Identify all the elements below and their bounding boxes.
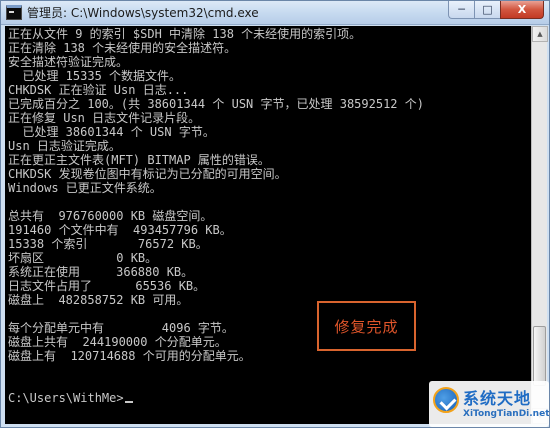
site-watermark: 系统天地 XiTongTianDi.net (429, 381, 549, 427)
close-button[interactable]: X (500, 1, 544, 19)
annotation-text: 修复完成 (334, 317, 399, 336)
console-line: 正在清除 138 个未经使用的安全描述符。 (8, 41, 237, 55)
vertical-scrollbar[interactable]: ▲ ▼ (531, 26, 548, 424)
cmd-app-icon[interactable] (6, 5, 22, 20)
console-line: Windows 已更正文件系统。 (8, 181, 162, 195)
console-line: 15338 个索引 76572 KB。 (8, 237, 208, 251)
console-line: CHKDSK 发现卷位图中有标记为已分配的可用空间。 (8, 167, 287, 181)
annotation-callout: 修复完成 (317, 301, 416, 351)
watermark-url: XiTongTianDi.net (463, 409, 550, 419)
console-line: 坏扇区 0 KB。 (8, 251, 158, 265)
console-line: 已完成百分之 100。(共 38601344 个 USN 字节，已处理 3859… (8, 97, 424, 111)
console-line: 系统正在使用 366880 KB。 (8, 265, 194, 279)
console-line: 正在更正主文件表(MFT) BITMAP 属性的错误。 (8, 153, 270, 167)
console-line: 日志文件占用了 65536 KB。 (8, 279, 206, 293)
console-line: 总共有 976760000 KB 磁盘空间。 (8, 209, 213, 223)
command-prompt[interactable]: C:\Users\WithMe> (8, 391, 133, 405)
console-line: 正在从文件 9 的索引 $SDH 中清除 138 个未经使用的索引项。 (8, 27, 362, 41)
console-line: 已处理 15335 个数据文件。 (8, 69, 182, 83)
scroll-thumb[interactable] (533, 326, 546, 386)
window-title: 管理员: C:\Windows\system32\cmd.exe (27, 6, 259, 20)
scroll-up-arrow-icon[interactable]: ▲ (532, 26, 548, 42)
console-line: 已处理 38601344 个 USN 字节。 (8, 125, 215, 139)
cmd-window: 管理员: C:\Windows\system32\cmd.exe ─ □ X 正… (0, 0, 550, 428)
console-line: 磁盘上有 120714688 个可用的分配单元。 (8, 349, 251, 363)
watermark-title: 系统天地 (463, 389, 532, 408)
minimize-button[interactable]: ─ (448, 1, 474, 19)
watermark-logo-icon (433, 387, 459, 413)
console-output[interactable]: 正在从文件 9 的索引 $SDH 中清除 138 个未经使用的索引项。 正在清除… (5, 26, 531, 424)
console-line: CHKDSK 正在验证 Usn 日志... (8, 83, 189, 97)
console-line: 正在修复 Usn 日志文件记录片段。 (8, 111, 201, 125)
console-line: Usn 日志验证完成。 (8, 139, 121, 153)
console-line: 191460 个文件中有 493457796 KB。 (8, 223, 232, 237)
maximize-button[interactable]: □ (474, 1, 500, 19)
prompt-path: C:\Users\WithMe> (8, 391, 124, 405)
title-bar[interactable]: 管理员: C:\Windows\system32\cmd.exe ─ □ X (1, 1, 549, 25)
text-cursor (124, 401, 133, 403)
console-line: 安全描述符验证完成。 (8, 55, 129, 69)
